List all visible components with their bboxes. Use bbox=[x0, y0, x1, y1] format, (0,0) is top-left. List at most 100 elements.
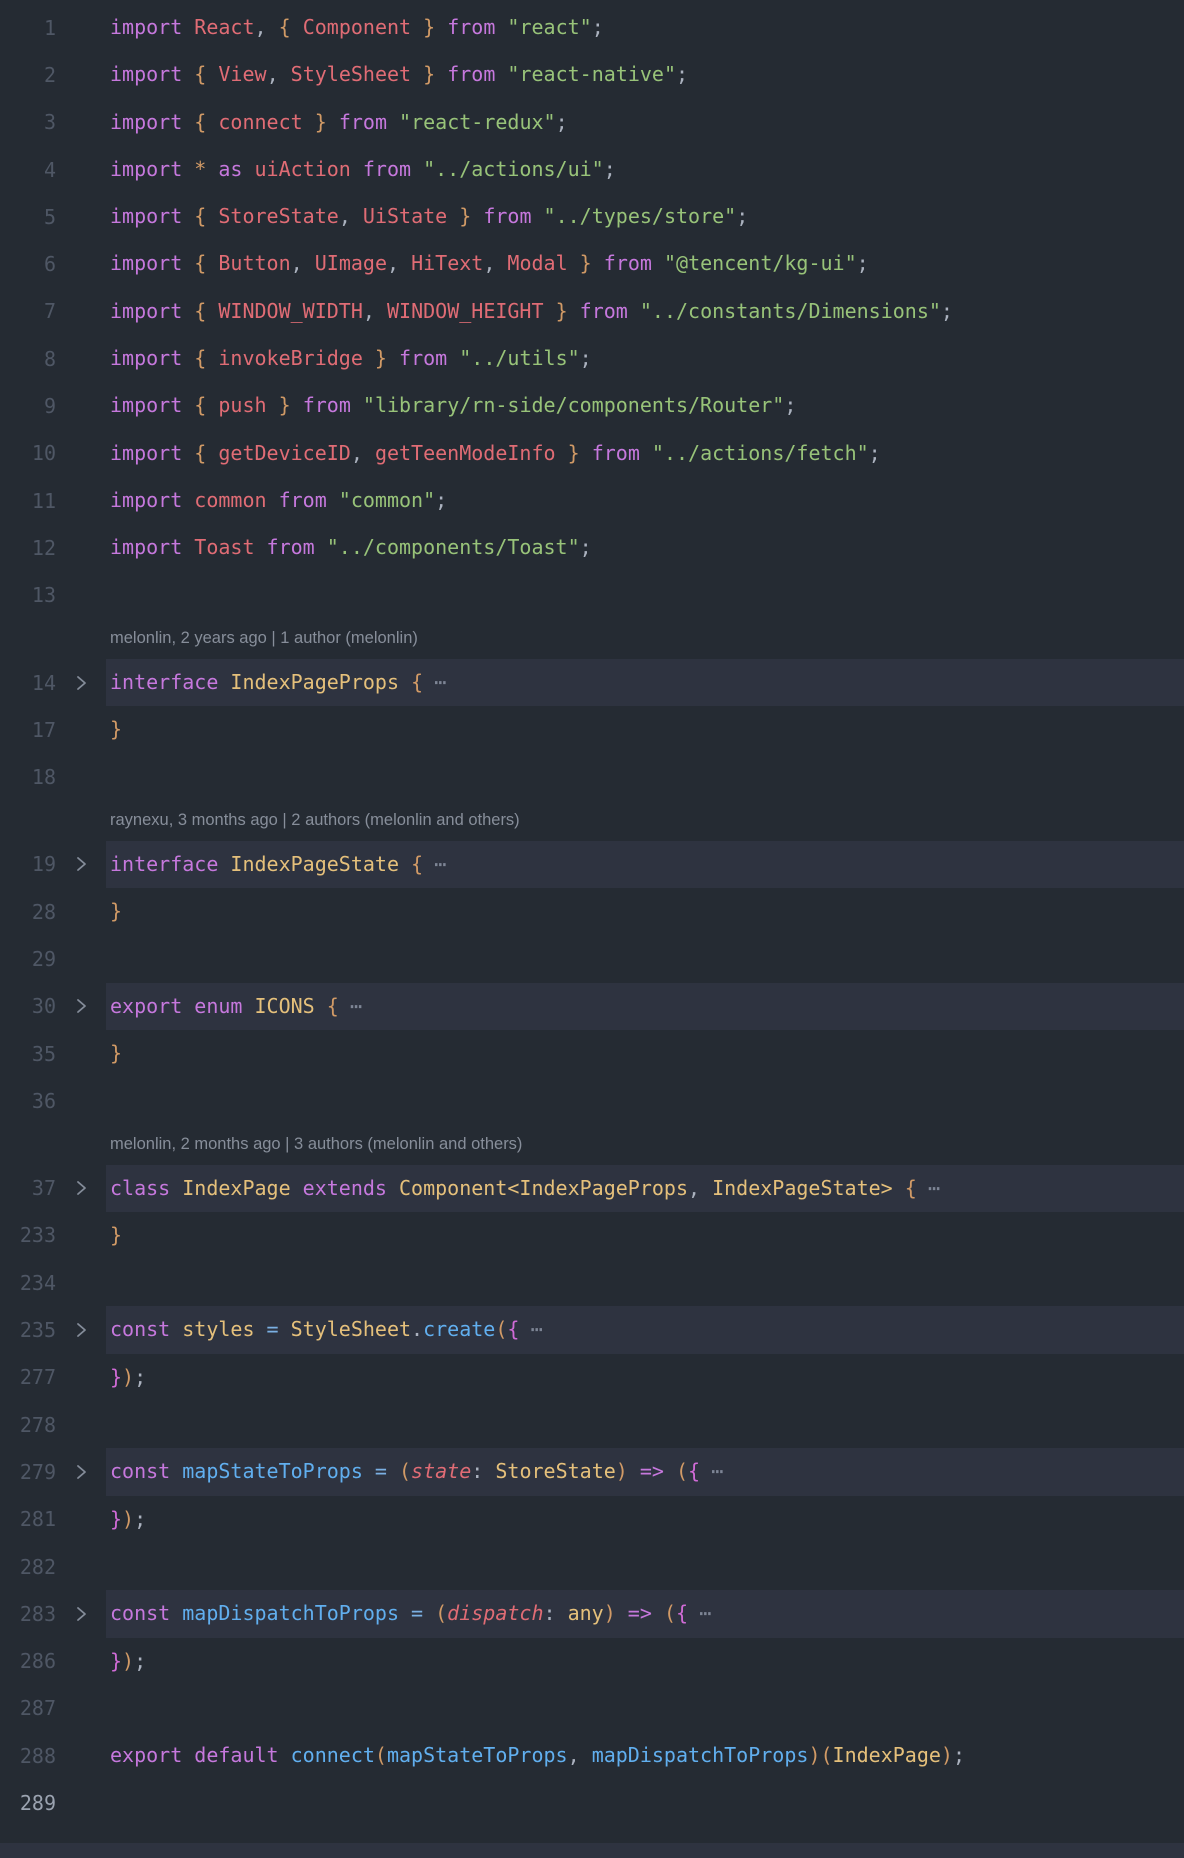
code-line[interactable]: import { getDeviceID, getTeenModeInfo } … bbox=[106, 430, 1184, 477]
line-number[interactable]: 278 bbox=[0, 1413, 56, 1437]
line-number[interactable]: 8 bbox=[0, 347, 56, 371]
line-number[interactable]: 286 bbox=[0, 1649, 56, 1673]
line-number[interactable]: 288 bbox=[0, 1744, 56, 1768]
code-token: ⋯ bbox=[423, 659, 445, 706]
code-line[interactable]: const mapStateToProps = (state: StoreSta… bbox=[106, 1448, 1184, 1495]
code-token: import bbox=[110, 99, 194, 146]
code-row: 12 import Toast from "../components/Toast… bbox=[0, 524, 1184, 571]
fold-chevron-icon[interactable] bbox=[56, 1179, 106, 1197]
code-line[interactable]: import Toast from "../components/Toast"; bbox=[106, 524, 1184, 571]
code-line[interactable]: const styles = StyleSheet.create({ ⋯ bbox=[106, 1306, 1184, 1353]
line-number[interactable]: 12 bbox=[0, 536, 56, 560]
line-number[interactable]: 6 bbox=[0, 252, 56, 276]
code-token: ⋯ bbox=[700, 1448, 722, 1495]
code-row: 277}); bbox=[0, 1354, 1184, 1401]
fold-chevron-icon[interactable] bbox=[56, 855, 106, 873]
code-token: { bbox=[399, 841, 423, 888]
line-number[interactable]: 37 bbox=[0, 1176, 56, 1200]
code-line[interactable]: import * as uiAction from "../actions/ui… bbox=[106, 146, 1184, 193]
folded-code-row: 279 const mapStateToProps = (state: Store… bbox=[0, 1448, 1184, 1495]
code-line[interactable]: import { Button, UImage, HiText, Modal }… bbox=[106, 240, 1184, 287]
code-token: ; bbox=[592, 4, 604, 51]
code-line[interactable]: } bbox=[106, 888, 1184, 935]
code-token: create bbox=[423, 1306, 495, 1353]
line-number[interactable]: 1 bbox=[0, 16, 56, 40]
code-line[interactable]: }); bbox=[106, 1638, 1184, 1685]
code-token: { bbox=[688, 1448, 700, 1495]
code-line[interactable]: export default connect(mapStateToProps, … bbox=[106, 1732, 1184, 1779]
line-number[interactable]: 19 bbox=[0, 852, 56, 876]
code-line[interactable]: import { push } from "library/rn-side/co… bbox=[106, 382, 1184, 429]
line-number[interactable]: 10 bbox=[0, 441, 56, 465]
gutter: 28 bbox=[0, 900, 106, 924]
code-line[interactable]: import common from "common"; bbox=[106, 477, 1184, 524]
code-line[interactable]: import { View, StyleSheet } from "react-… bbox=[106, 51, 1184, 98]
code-line[interactable]: export enum ICONS { ⋯ bbox=[106, 983, 1184, 1030]
code-line[interactable]: import { WINDOW_WIDTH, WINDOW_HEIGHT } f… bbox=[106, 288, 1184, 335]
code-token: styles bbox=[182, 1306, 254, 1353]
code-line[interactable]: import { connect } from "react-redux"; bbox=[106, 99, 1184, 146]
fold-chevron-icon[interactable] bbox=[56, 674, 106, 692]
code-token: ) bbox=[122, 1354, 134, 1401]
line-number[interactable]: 3 bbox=[0, 110, 56, 134]
code-line[interactable]: import { StoreState, UiState } from "../… bbox=[106, 193, 1184, 240]
fold-chevron-icon[interactable] bbox=[56, 1463, 106, 1481]
code-line[interactable]: import React, { Component } from "react"… bbox=[106, 4, 1184, 51]
code-token: { bbox=[194, 240, 218, 287]
code-row: 4 import * as uiAction from "../actions/u… bbox=[0, 146, 1184, 193]
code-line[interactable]: } bbox=[106, 706, 1184, 753]
line-number[interactable]: 287 bbox=[0, 1696, 56, 1720]
line-number[interactable]: 9 bbox=[0, 394, 56, 418]
code-token: interface bbox=[110, 841, 230, 888]
codelens-annotation[interactable]: melonlin, 2 months ago | 3 authors (melo… bbox=[106, 1135, 522, 1154]
line-number[interactable]: 13 bbox=[0, 583, 56, 607]
line-number-active[interactable]: 289 bbox=[0, 1791, 56, 1815]
code-token: } bbox=[303, 99, 327, 146]
code-token: } bbox=[110, 1496, 122, 1543]
line-number[interactable]: 282 bbox=[0, 1555, 56, 1579]
code-token: "../components/Toast" bbox=[327, 524, 580, 571]
line-number[interactable]: 29 bbox=[0, 947, 56, 971]
code-token: "react-redux" bbox=[399, 99, 556, 146]
codelens-annotation[interactable]: melonlin, 2 years ago | 1 author (melonl… bbox=[106, 629, 418, 648]
code-token: Modal bbox=[507, 240, 567, 287]
line-number[interactable]: 18 bbox=[0, 765, 56, 789]
code-line[interactable]: } bbox=[106, 1212, 1184, 1259]
line-number[interactable]: 7 bbox=[0, 299, 56, 323]
gutter: 9 bbox=[0, 394, 106, 418]
code-line[interactable]: }); bbox=[106, 1496, 1184, 1543]
line-number[interactable]: 11 bbox=[0, 489, 56, 513]
line-number[interactable]: 233 bbox=[0, 1223, 56, 1247]
code-line[interactable]: interface IndexPageState { ⋯ bbox=[106, 841, 1184, 888]
code-row: 35} bbox=[0, 1030, 1184, 1077]
line-number[interactable]: 234 bbox=[0, 1271, 56, 1295]
line-number[interactable]: 235 bbox=[0, 1318, 56, 1342]
code-line[interactable]: const mapDispatchToProps = (dispatch: an… bbox=[106, 1590, 1184, 1637]
code-line[interactable]: }); bbox=[106, 1354, 1184, 1401]
gutter: 10 bbox=[0, 441, 106, 465]
fold-chevron-icon[interactable] bbox=[56, 1605, 106, 1623]
line-number[interactable]: 283 bbox=[0, 1602, 56, 1626]
gutter: 17 bbox=[0, 718, 106, 742]
line-number[interactable]: 14 bbox=[0, 671, 56, 695]
line-number[interactable]: 36 bbox=[0, 1089, 56, 1113]
line-number[interactable]: 277 bbox=[0, 1365, 56, 1389]
line-number[interactable]: 28 bbox=[0, 900, 56, 924]
fold-chevron-icon[interactable] bbox=[56, 997, 106, 1015]
code-line[interactable]: interface IndexPageProps { ⋯ bbox=[106, 659, 1184, 706]
codelens-annotation[interactable]: raynexu, 3 months ago | 2 authors (melon… bbox=[106, 811, 520, 830]
code-line[interactable]: } bbox=[106, 1030, 1184, 1077]
code-token: WINDOW_WIDTH bbox=[218, 288, 363, 335]
line-number[interactable]: 5 bbox=[0, 205, 56, 229]
code-line[interactable]: import { invokeBridge } from "../utils"; bbox=[106, 335, 1184, 382]
line-number[interactable]: 35 bbox=[0, 1042, 56, 1066]
line-number[interactable]: 281 bbox=[0, 1507, 56, 1531]
line-number[interactable]: 4 bbox=[0, 158, 56, 182]
line-number[interactable]: 17 bbox=[0, 718, 56, 742]
line-number[interactable]: 30 bbox=[0, 994, 56, 1018]
line-number[interactable]: 2 bbox=[0, 63, 56, 87]
line-number[interactable]: 279 bbox=[0, 1460, 56, 1484]
fold-chevron-icon[interactable] bbox=[56, 1321, 106, 1339]
code-token: Component<IndexPageProps bbox=[399, 1165, 688, 1212]
code-line[interactable]: class IndexPage extends Component<IndexP… bbox=[106, 1165, 1184, 1212]
